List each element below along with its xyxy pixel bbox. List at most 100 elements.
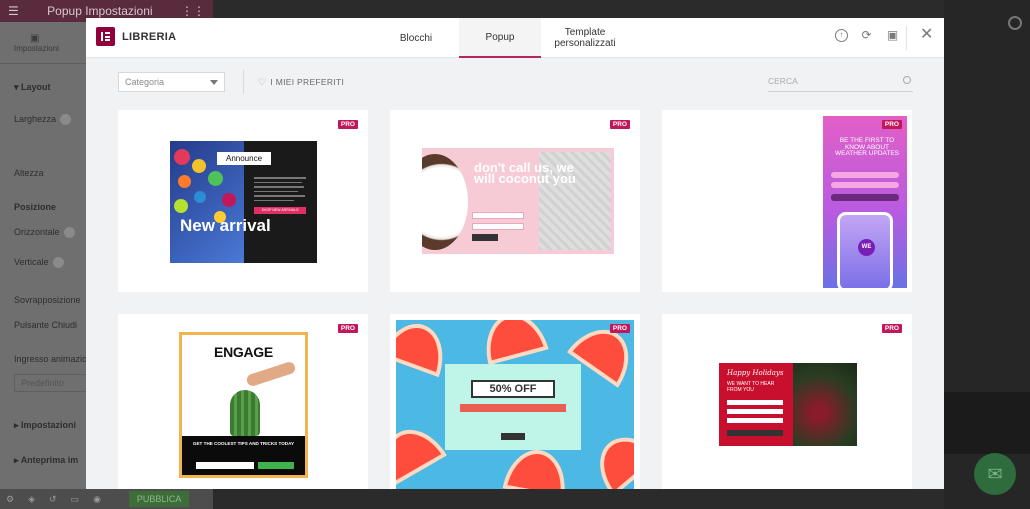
template-preview-1: SHOP NEW ARRIVALS Announce New arrival [170,141,317,263]
vertical-row: Verticale [14,257,64,269]
template-5-popup: 50% OFF [445,364,581,450]
tab-blocchi[interactable]: Blocchi [376,18,456,58]
grapefruit-image [502,444,572,489]
template-6-field [727,418,783,423]
tab-popup[interactable]: Popup [459,18,541,58]
layout-label: Layout [21,82,51,92]
template-3-field [831,182,899,188]
template-5-headline: 50% OFF [471,380,555,398]
template-4-field [196,462,254,469]
publish-button[interactable]: PUBBLICA [128,491,190,507]
heart-icon: ♡ [258,77,267,87]
holly-image [793,363,857,446]
settings-tab-icon: ▣ [30,32,40,44]
pro-badge: PRO [337,120,358,129]
editor-footer: ⚙ ◈ ↺ ▭ ◉ PUBBLICA [0,489,213,509]
vertical-responsive-icon[interactable] [52,257,64,269]
editor-title: Popup Impostazioni [47,4,153,18]
sync-icon[interactable]: ⟳ [860,29,873,42]
template-4-subhead: GET THE COOLEST TIPS AND TRICKS TODAY [192,441,295,446]
template-1-announce: Announce [217,152,271,165]
mail-icon[interactable]: ✉ [974,453,1016,495]
template-3-button [831,194,899,201]
preview-section-label: Anteprima im [20,455,79,465]
close-button-row: Pulsante Chiudi [14,320,77,330]
template-3-field [831,172,899,178]
template-2-field [472,223,524,230]
upload-icon[interactable]: ↑ [835,29,848,42]
gear-icon[interactable]: ⚙ [6,494,14,505]
template-card-3[interactable]: PRO BE THE FIRST TO KNOW ABOUT WEATHER U… [662,110,912,292]
template-card-6[interactable]: PRO Happy Holidays WE WANT TO HEAR FROM … [662,314,912,489]
responsive-mode-icon[interactable]: ▭ [71,494,80,505]
grapefruit-image [396,417,447,487]
template-5-button [501,433,525,440]
settings-section[interactable]: ▸ Impostazioni [14,420,76,431]
template-card-1[interactable]: PRO SHOP NEW ARRIVALS Announce New arriv… [118,110,368,292]
width-row: Larghezza [14,114,72,126]
history-icon[interactable]: ↺ [49,494,57,505]
template-1-cta: SHOP NEW ARRIVALS [254,207,306,214]
tab-template-personalizzati[interactable]: Template personalizzati [544,18,626,58]
settings-tab-label: Impostazioni [14,43,59,53]
layers-icon[interactable]: ◈ [28,494,35,505]
pro-badge: PRO [881,120,902,129]
search-input[interactable]: CERCA [768,76,913,92]
close-icon[interactable]: ✕ [920,27,933,43]
layout-section[interactable]: ▾ Layout [14,82,51,93]
elementor-logo-icon [96,27,115,46]
template-3-logo: WE [858,239,875,256]
entrance-animation-row: Ingresso animazione [14,354,97,364]
favorites-label: I MIEI PREFERITI [270,77,345,87]
save-icon[interactable]: ▣ [886,29,899,42]
hand-image [245,360,297,388]
template-6-field [727,400,783,405]
grapefruit-image [585,423,634,489]
template-card-4[interactable]: PRO ENGAGE GET THE COOLEST TIPS AND TRIC… [118,314,368,489]
template-preview-6: Happy Holidays WE WANT TO HEAR FROM YOU [719,363,857,446]
preview-section[interactable]: ▸ Anteprima im [14,455,78,466]
template-card-5[interactable]: 50% OFF PRO [390,314,640,489]
position-row: Posizione [14,202,56,212]
grapefruit-image [477,320,549,366]
template-1-headline: New arrival [180,216,271,235]
responsive-icon[interactable] [60,114,72,126]
template-2-send [472,234,498,241]
library-title: LIBRERIA [122,31,177,43]
eye-icon[interactable]: ◉ [93,494,101,505]
pro-badge: PRO [881,324,902,333]
template-preview-3: BE THE FIRST TO KNOW ABOUT WEATHER UPDAT… [823,116,907,288]
horizontal-label: Orizzontale [14,227,60,237]
overlay-row: Sovrapposizione [14,295,81,305]
template-5-subhead [460,404,566,412]
category-select[interactable]: Categoria [118,72,225,92]
entrance-animation-label: Ingresso animazione [14,354,98,364]
favorites-filter[interactable]: ♡ I MIEI PREFERITI [258,77,344,88]
template-card-2[interactable]: PRO don't call us, we will coconut you [390,110,640,292]
template-6-field [727,409,783,414]
grid-icon[interactable]: ⋮⋮ [181,4,205,18]
cactus-image [230,390,260,436]
canvas-search-icon[interactable] [1008,16,1022,30]
template-2-headline: don't call us, we will coconut you [474,160,576,186]
close-button-label: Pulsante Chiudi [14,320,78,330]
template-4-bar: GET THE COOLEST TIPS AND TRICKS TODAY [182,436,305,475]
settings-section-label: Impostazioni [21,420,77,430]
search-placeholder: CERCA [768,76,798,86]
pro-badge: PRO [609,120,630,129]
header-divider [906,26,907,50]
hamburger-icon[interactable]: ☰ [8,4,19,18]
search-icon [903,76,911,84]
template-preview-2: don't call us, we will coconut you [422,148,614,254]
template-2-field [472,212,524,219]
template-6-headline: Happy Holidays [727,369,784,377]
template-preview-4: ENGAGE GET THE COOLEST TIPS AND TRICKS T… [179,332,308,478]
horizontal-responsive-icon[interactable] [63,227,75,239]
template-3-headline: BE THE FIRST TO KNOW ABOUT WEATHER UPDAT… [834,137,900,157]
phone-image: WE [837,212,893,288]
category-placeholder: Categoria [125,77,165,87]
overlay-label: Sovrapposizione [14,295,81,305]
canvas-bar [944,392,1030,454]
horizontal-row: Orizzontale [14,227,75,239]
pro-badge: PRO [609,324,630,333]
